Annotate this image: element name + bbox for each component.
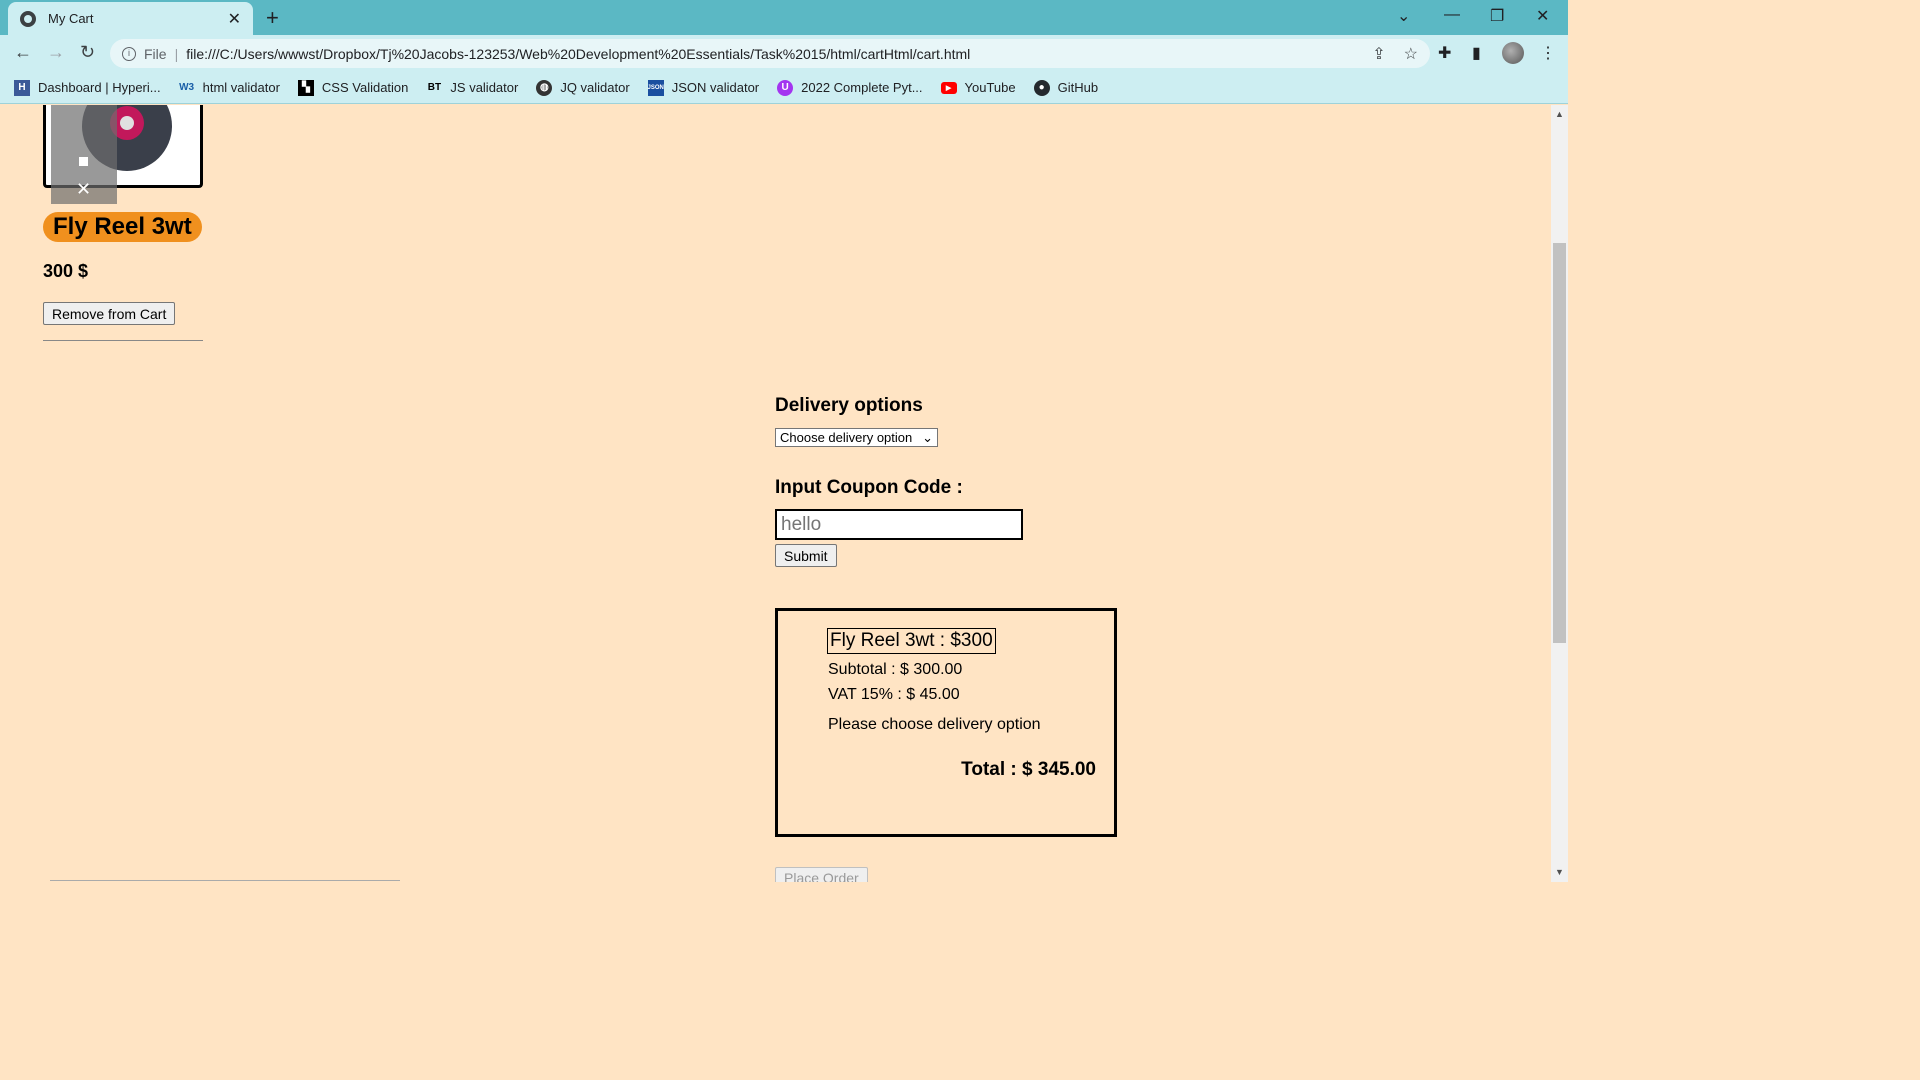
close-tab-icon[interactable]: ✕ [228, 9, 241, 29]
bookmark-item[interactable]: ▚ CSS Validation [297, 79, 409, 96]
profile-avatar[interactable] [1502, 42, 1524, 64]
globe-icon [20, 10, 36, 27]
hyperiondev-icon: H [14, 79, 30, 96]
place-order-button[interactable]: Place Order [775, 867, 868, 882]
summary-subtotal: Subtotal : $ 300.00 [828, 661, 963, 678]
bt-icon: BT [427, 82, 442, 93]
bookmark-label: CSS Validation [321, 80, 409, 95]
new-tab-icon[interactable]: + [266, 5, 279, 31]
remove-from-cart-button[interactable]: Remove from Cart [43, 302, 176, 325]
bookmark-item[interactable]: ◍ JQ validator [536, 79, 630, 96]
page-scrollbar[interactable]: ▲ ▼ [1551, 105, 1568, 882]
json-icon: JSON [648, 79, 664, 96]
extensions-icon[interactable]: ✚ [1438, 43, 1451, 63]
url-text: file:///C:/Users/wwwst/Dropbox/Tj%20Jaco… [186, 45, 971, 62]
bookmark-item[interactable]: W3 html validator [179, 80, 280, 96]
bookmark-item[interactable]: BT JS validator [426, 80, 519, 96]
image-overlay-panel: ✕ [51, 105, 117, 204]
window-close-icon[interactable]: ✕ [1536, 6, 1549, 26]
footer-divider [50, 880, 400, 881]
globe-icon: ◍ [536, 79, 553, 96]
bookmark-item[interactable]: H Dashboard | Hyperi... [14, 79, 161, 96]
bookmark-star-icon[interactable]: ☆ [1404, 44, 1418, 64]
minimize-icon[interactable]: — [1444, 6, 1460, 24]
info-icon[interactable]: i [122, 46, 136, 61]
side-panel-icon[interactable]: ▮ [1472, 43, 1481, 63]
bookmark-label: html validator [202, 80, 280, 95]
bookmark-label: JS validator [450, 80, 519, 95]
product-name: Fly Reel 3wt [43, 212, 202, 242]
coupon-submit-button[interactable]: Submit [775, 544, 837, 567]
bookmark-label: JSON validator [671, 80, 760, 95]
url-scheme-label: File [144, 45, 167, 62]
summary-delivery-note: Please choose delivery option [828, 716, 1041, 733]
bookmark-item[interactable]: JSON JSON validator [648, 79, 760, 96]
overlay-close-icon[interactable]: ✕ [76, 179, 91, 200]
product-divider [43, 340, 203, 341]
github-icon: ● [1033, 79, 1050, 96]
page-viewport: ✕ Fly Reel 3wt 300 $ Remove from Cart De… [0, 105, 1551, 882]
tab-title: My Cart [48, 11, 94, 26]
overlay-square-icon [79, 157, 88, 166]
order-summary: Fly Reel 3wt : $300 Subtotal : $ 300.00 … [775, 608, 1117, 837]
product-price: 300 $ [43, 261, 89, 281]
url-separator: | [174, 45, 179, 62]
bookmark-item[interactable]: ● GitHub [1033, 79, 1099, 96]
bookmark-item[interactable]: U 2022 Complete Pyt... [777, 79, 923, 96]
coupon-input[interactable] [775, 509, 1023, 540]
summary-item-line: Fly Reel 3wt : $300 [827, 628, 996, 654]
bookmark-label: GitHub [1057, 80, 1099, 95]
browser-toolbar: ← → ↻ i File | file:///C:/Users/wwwst/Dr… [0, 35, 1568, 72]
delivery-options-heading: Delivery options [775, 395, 923, 416]
menu-icon[interactable]: ⋮ [1540, 43, 1556, 63]
share-icon[interactable]: ⇪ [1372, 44, 1385, 64]
w3c-icon: W3 [179, 82, 195, 93]
reload-icon[interactable]: ↻ [80, 42, 95, 63]
delivery-select-value: Choose delivery option [780, 430, 913, 445]
udemy-icon: U [777, 79, 794, 96]
forward-icon[interactable]: → [47, 42, 65, 63]
bookmark-item[interactable]: ▶ YouTube [940, 80, 1016, 95]
delivery-option-select[interactable]: Choose delivery option ⌄ [775, 428, 938, 447]
summary-vat: VAT 15% : $ 45.00 [828, 686, 960, 703]
css-icon: ▚ [297, 79, 314, 96]
tab-search-icon[interactable]: ⌄ [1397, 6, 1410, 26]
coupon-heading: Input Coupon Code : [775, 477, 963, 498]
tab-strip: My Cart ✕ + ⌄ — ❐ ✕ [0, 0, 1568, 35]
bookmark-label: JQ validator [560, 80, 630, 95]
address-bar[interactable]: i File | file:///C:/Users/wwwst/Dropbox/… [110, 39, 1430, 68]
bookmark-label: 2022 Complete Pyt... [801, 80, 923, 95]
back-icon[interactable]: ← [14, 42, 32, 63]
bookmark-label: YouTube [964, 80, 1016, 95]
tab-my-cart[interactable]: My Cart ✕ [8, 2, 253, 35]
youtube-icon: ▶ [940, 81, 957, 94]
bookmarks-bar: H Dashboard | Hyperi... W3 html validato… [0, 72, 1568, 104]
bookmark-label: Dashboard | Hyperi... [38, 80, 161, 95]
scroll-up-icon[interactable]: ▲ [1555, 109, 1564, 119]
chevron-down-icon: ⌄ [922, 429, 933, 445]
summary-total: Total : $ 345.00 [961, 759, 1096, 780]
scrollbar-thumb[interactable] [1553, 243, 1566, 643]
scroll-down-icon[interactable]: ▼ [1555, 867, 1564, 877]
restore-icon[interactable]: ❐ [1490, 6, 1504, 26]
